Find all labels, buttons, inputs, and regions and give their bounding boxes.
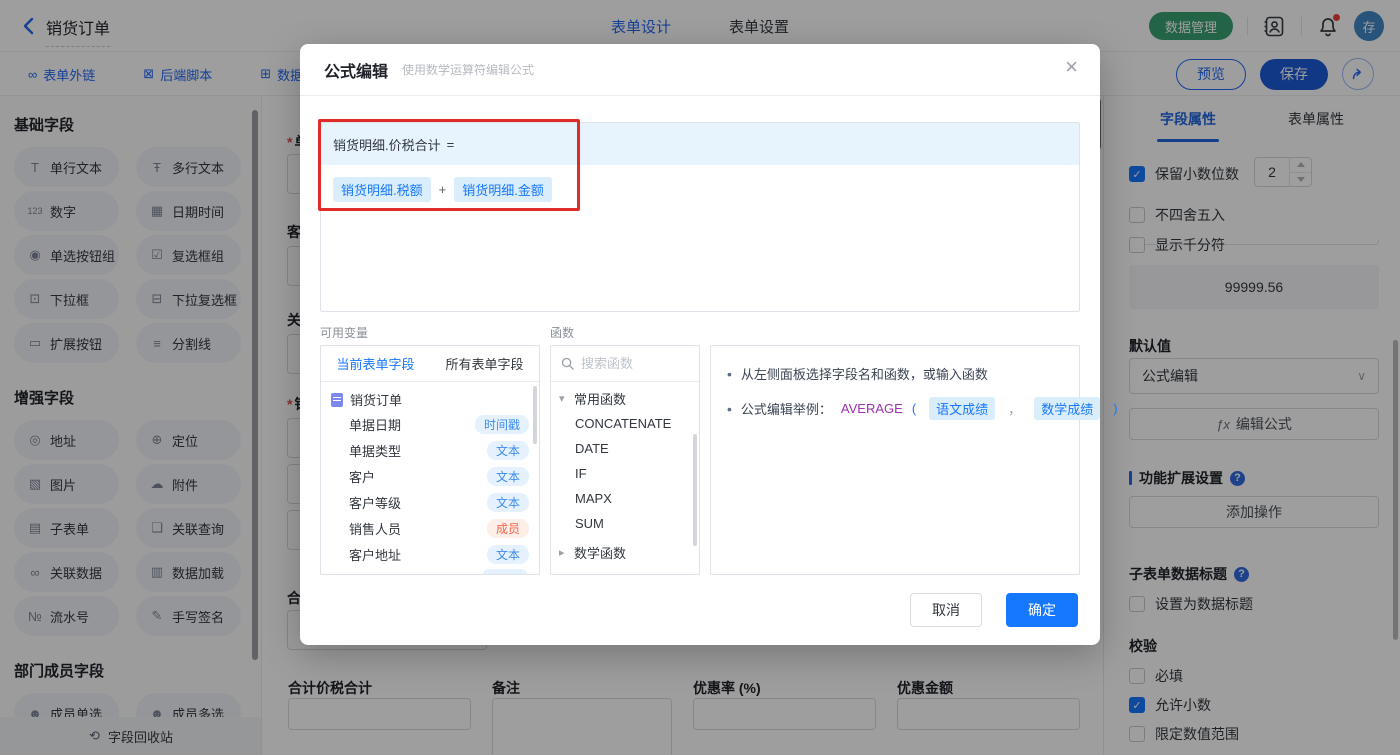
tab-current-form-fields[interactable]: 当前表单字段 <box>321 346 430 381</box>
group-label: 常用函数 <box>574 391 627 407</box>
type-badge: 文本 <box>486 492 529 512</box>
variable-name: 单据日期 <box>349 417 402 433</box>
variables-scrollbar[interactable] <box>533 386 537 444</box>
help-line-2: • 公式编辑举例： AVERAGE ( 语文成绩 ， 数学成绩) <box>727 397 1118 420</box>
variable-name: 客户 <box>349 469 376 485</box>
close-paren: ) <box>1113 401 1118 416</box>
confirm-button[interactable]: 确定 <box>1006 593 1078 627</box>
type-badge: 时间戳 <box>474 414 529 434</box>
example-chip-chinese: 语文成绩 <box>929 397 996 420</box>
root-label: 销货订单 <box>350 393 403 408</box>
function-group-common[interactable]: ▾ 常用函数 <box>551 385 699 411</box>
variable-row[interactable]: 单据类型 文本 <box>321 437 539 463</box>
functions-scrollbar[interactable] <box>693 434 697 546</box>
type-badge: 文本 <box>486 544 529 564</box>
comma: ， <box>1008 402 1022 417</box>
modal-footer: 取消 确定 <box>910 593 1078 627</box>
example-chip-math: 数学成绩 <box>1034 397 1101 420</box>
variables-panel: 当前表单字段 所有表单字段 销货订单 单据日期 时间戳 单据类型 文本 客户 文本 客… <box>320 345 540 575</box>
tree-closed-icon: ▸ <box>559 575 569 576</box>
variable-row[interactable]: 客户等级 文本 <box>321 489 539 515</box>
variables-label: 可用变量 <box>320 326 369 340</box>
functions-label: 函数 <box>550 326 575 340</box>
type-badge: 文本 <box>486 466 529 486</box>
bullet-icon: • <box>727 365 732 382</box>
plus-operator: + <box>438 182 447 197</box>
type-badge: 成员 <box>486 518 529 538</box>
tree-closed-icon: ▸ <box>559 546 565 559</box>
function-item-date[interactable]: DATE <box>551 436 699 461</box>
function-item-sum[interactable]: SUM <box>551 511 699 536</box>
bullet-icon: • <box>727 400 732 417</box>
variables-root-node[interactable]: 销货订单 <box>321 382 539 411</box>
variable-name: 销售人员 <box>349 521 402 537</box>
clipped-badge <box>483 569 527 574</box>
formula-target: 销货明细.价税合计 <box>333 137 441 153</box>
variable-row[interactable]: 客户地址 文本 <box>321 541 539 567</box>
close-icon[interactable]: × <box>1065 56 1078 78</box>
group-label: 数学函数 <box>574 545 627 561</box>
modal-title: 公式编辑 <box>324 63 389 81</box>
equals-sign: = <box>446 136 455 152</box>
document-icon <box>331 392 343 407</box>
search-icon <box>561 357 574 370</box>
function-group-math[interactable]: ▸ 数学函数 <box>551 539 699 565</box>
function-item-if[interactable]: IF <box>551 461 699 486</box>
function-search <box>551 346 699 382</box>
variable-row[interactable]: 销售人员 成员 <box>321 515 539 541</box>
function-item-concatenate[interactable]: CONCATENATE <box>551 411 699 436</box>
type-badge: 文本 <box>486 440 529 460</box>
variables-tabs: 当前表单字段 所有表单字段 <box>321 346 539 382</box>
variable-row[interactable]: 客户 文本 <box>321 463 539 489</box>
formula-token-tax[interactable]: 销货明细.税额 <box>333 177 431 202</box>
help-text: 公式编辑举例： <box>740 402 832 417</box>
variable-row[interactable]: 单据日期 时间戳 <box>321 411 539 437</box>
formula-expression[interactable]: 销货明细.税额 + 销货明细.金额 <box>321 165 1079 214</box>
function-group-text[interactable]: ▸ 文本函数 <box>551 568 699 576</box>
variable-name: 客户地址 <box>349 547 402 563</box>
help-panel: • 从左侧面板选择字段名和函数，或输入函数 • 公式编辑举例： AVERAGE ( 语… <box>710 345 1118 575</box>
example-function-name: AVERAGE <box>840 401 903 416</box>
formula-editor-modal: 公式编辑 使用数学运算符编辑公式 × 销货明细.价税合计 = 销货明细.税额 +… <box>300 44 1118 645</box>
formula-editor[interactable]: 销货明细.价税合计 = 销货明细.税额 + 销货明细.金额 <box>320 122 1080 312</box>
function-search-input[interactable] <box>581 356 681 371</box>
formula-target-bar: 销货明细.价税合计 = <box>321 123 1079 165</box>
modal-header: 公式编辑 使用数学运算符编辑公式 × <box>300 44 1100 96</box>
functions-panel: ▾ 常用函数 CONCATENATE DATE IF MAPX SUM ▸ 数学… <box>550 345 700 575</box>
variable-name: 客户等级 <box>349 495 402 511</box>
variable-name: 单据类型 <box>349 443 402 459</box>
function-item-mapx[interactable]: MAPX <box>551 486 699 511</box>
help-text: 从左侧面板选择字段名和函数，或输入函数 <box>740 367 988 382</box>
formula-token-amount[interactable]: 销货明细.金额 <box>454 177 552 202</box>
modal-subtitle: 使用数学运算符编辑公式 <box>402 63 535 77</box>
group-label: 文本函数 <box>574 572 626 575</box>
tree-open-icon: ▾ <box>559 392 565 405</box>
cancel-button[interactable]: 取消 <box>910 593 982 627</box>
help-line-1: • 从左侧面板选择字段名和函数，或输入函数 <box>727 364 1063 383</box>
open-paren: ( <box>911 401 917 416</box>
tab-all-form-fields[interactable]: 所有表单字段 <box>430 346 539 381</box>
